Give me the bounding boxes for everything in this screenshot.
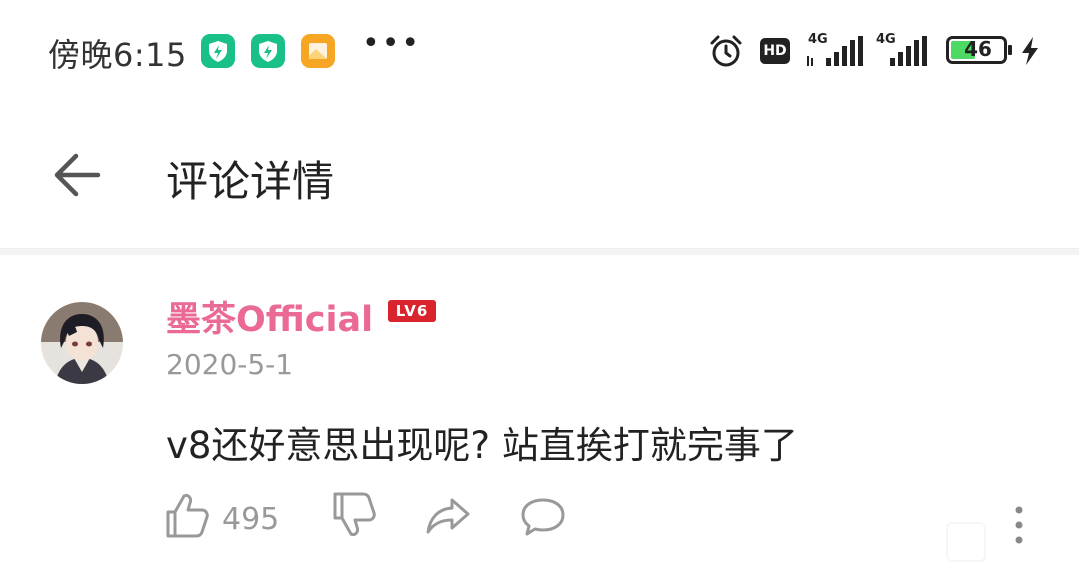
charging-icon [1018,36,1042,66]
alarm-icon [708,33,744,69]
shield-app-icon [201,34,235,68]
status-bar: 傍晚6:15 ••• HD 4G 4G 46 [0,0,1079,100]
more-button[interactable] [1003,498,1035,548]
dislike-button[interactable] [331,490,377,546]
signal-icon [804,34,864,68]
gallery-app-icon [301,34,335,68]
comment-text: v8还好意思出现呢? 站直挨打就完事了 [166,424,798,467]
share-button[interactable] [424,490,472,546]
battery-level: 46 [964,37,992,61]
thumb-down-icon [333,492,376,536]
more-icon [1015,506,1023,544]
comment-actions: 495 [0,490,1079,550]
like-count: 495 [222,502,280,537]
top-app-bar: 评论详情 [0,100,1079,249]
status-time: 傍晚6:15 [48,36,187,74]
signal-icon [872,34,932,68]
share-icon [426,498,470,534]
reply-icon [521,498,565,536]
level-label: LV6 [395,302,429,320]
username[interactable]: 墨茶Official [166,291,373,342]
shield-app-icon [251,34,285,68]
thumb-up-icon [166,494,209,538]
page-title: 评论详情 [166,157,335,206]
hd-label: HD [763,43,787,59]
battery-icon: 46 [946,36,1012,64]
more-notifications-icon: ••• [362,26,422,61]
hd-icon: HD [760,38,790,64]
avatar[interactable] [41,302,123,384]
arrow-left-icon [54,153,101,197]
like-button[interactable] [164,490,210,546]
level-badge: LV6 [388,300,436,322]
back-button[interactable] [40,140,116,210]
comment-date: 2020-5-1 [166,348,294,381]
comment-card: 墨茶Official LV6 2020-5-1 v8还好意思出现呢? 站直挨打就… [0,255,1079,572]
watermark-icon [946,522,986,562]
reply-button[interactable] [519,490,567,546]
